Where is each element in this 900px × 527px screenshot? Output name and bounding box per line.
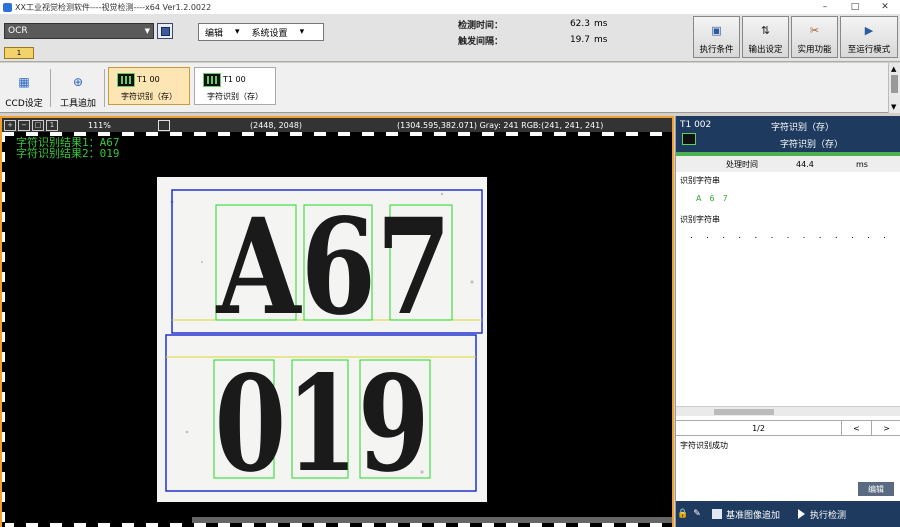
- recognized-dots: .............: [690, 231, 886, 241]
- tool-header: T1 002 字符识别（存） 字符识别（存）: [676, 116, 900, 152]
- panel-hscrollbar[interactable]: [676, 406, 900, 416]
- section-label: 识别字符串: [680, 176, 720, 185]
- section-label: 识别字符串: [680, 215, 720, 224]
- ocr-chip-icon: [117, 73, 135, 87]
- add-icon: ⊕: [72, 75, 84, 89]
- floppy-icon: [160, 26, 170, 36]
- film-border-left: [2, 132, 5, 527]
- ocr-line2-text: 019: [215, 347, 430, 502]
- image-icon: [712, 509, 722, 519]
- play-doc-icon: ▣: [711, 23, 722, 37]
- panel-footer: 🔒 ✎ 基准图像追加 执行检测: [676, 501, 900, 527]
- next-page-button[interactable]: >: [871, 420, 900, 436]
- scroll-thumb[interactable]: [714, 409, 774, 415]
- top-bar: OCR ▼ 1 编辑 ▾ 系统设置 ▾ 检测时间： 62.3 ms 触发间隔： …: [0, 14, 900, 62]
- tool-strip: ▦ CCD设定 ⊕ 工具追加 T1 00 字符识别（存） T1 00 字符识别（…: [0, 63, 900, 113]
- film-border-bottom: [2, 523, 672, 527]
- step-ocr-1[interactable]: T1 00 字符识别（存）: [108, 67, 190, 105]
- toolstrip-scrollbar[interactable]: ▲ ▼: [888, 63, 900, 113]
- scroll-down-icon[interactable]: ▼: [891, 103, 896, 111]
- mode-buttons: ▣ 执行条件 ⇅ 输出设定 ✂ 实用功能 ▶ 至运行模式: [693, 16, 898, 58]
- toolbar-divider: [104, 69, 105, 107]
- camera-select[interactable]: OCR ▼: [4, 23, 154, 39]
- detection-stats: 检测时间： 62.3 ms 触发间隔： 19.7 ms: [458, 16, 608, 48]
- menu-system-settings[interactable]: 系统设置: [246, 26, 294, 39]
- ccd-icon: ▦: [18, 75, 30, 89]
- crosshair-icon[interactable]: [158, 119, 170, 131]
- maximize-icon[interactable]: □: [840, 0, 870, 14]
- detect-time-unit: ms: [594, 19, 608, 29]
- image-size: (2448, 2048): [250, 120, 303, 130]
- scroll-thumb[interactable]: [891, 75, 898, 93]
- tools-icon: ✂: [809, 23, 820, 37]
- detect-time-value: 62.3: [569, 19, 590, 29]
- tool-subtitle: 字符识别（存）: [780, 140, 844, 150]
- ocr-result-overlay: 字符识别结果1：A67 字符识别结果2：019: [16, 137, 120, 159]
- pixel-info: (1304.595,382.071) Gray: 241 RGB:(241, 2…: [397, 120, 604, 130]
- process-time-value: 44.4: [796, 159, 814, 169]
- ccd-settings-button[interactable]: ▦ CCD设定: [4, 67, 44, 109]
- process-time-row: 处理时间 44.4 ms: [676, 156, 900, 172]
- zoom-in-icon[interactable]: +: [4, 119, 16, 131]
- ocr-result-line2: 字符识别结果2：019: [16, 147, 120, 160]
- edit-button[interactable]: 编辑: [858, 482, 894, 496]
- zoom-reset-icon[interactable]: 1: [46, 119, 58, 131]
- inspection-image[interactable]: A67 019: [2, 132, 672, 527]
- add-tool-button[interactable]: ⊕ 工具追加: [56, 67, 100, 109]
- trigger-interval-value: 19.7: [569, 35, 590, 45]
- detect-time-label: 检测时间：: [458, 20, 504, 31]
- zoom-level: 111%: [88, 120, 111, 130]
- tool-id: T1 002: [680, 120, 712, 130]
- minimize-icon[interactable]: –: [810, 0, 840, 14]
- viewer-toolbar: + − □ 1 111% (2448, 2048) (1304.595,382.…: [2, 118, 672, 132]
- run-mode-icon: ▶: [864, 23, 874, 37]
- title-bar: XX工业视觉检测软件----视觉检测----x64 Ver1.2.0022 – …: [0, 0, 900, 14]
- image-viewer: + − □ 1 111% (2448, 2048) (1304.595,382.…: [0, 116, 674, 527]
- program-tab[interactable]: 1: [4, 47, 34, 59]
- utilities-button[interactable]: ✂ 实用功能: [791, 16, 838, 58]
- save-button[interactable]: [157, 23, 173, 39]
- chevron-down-icon: ▾: [235, 27, 240, 37]
- recognized-chars: A 6 7: [696, 194, 728, 203]
- window-controls: – □ ✕: [810, 0, 900, 14]
- trigger-interval-label: 触发间隔：: [458, 36, 504, 47]
- ocr-chip-icon: [203, 73, 221, 87]
- main-menu: 编辑 ▾ 系统设置 ▾: [198, 23, 324, 41]
- prev-page-button[interactable]: <: [841, 420, 871, 436]
- fit-window-icon[interactable]: □: [32, 119, 44, 131]
- menu-edit[interactable]: 编辑: [199, 26, 229, 39]
- execute-condition-button[interactable]: ▣ 执行条件: [693, 16, 740, 58]
- process-time-label: 处理时间: [726, 159, 758, 169]
- step-ocr-2[interactable]: T1 00 字符识别（存）: [194, 67, 276, 105]
- toolbar-divider: [50, 69, 51, 107]
- app-icon: [3, 2, 12, 12]
- scroll-up-icon[interactable]: ▲: [891, 65, 896, 73]
- ocr-line1-text: A67: [215, 190, 452, 345]
- chevron-down-icon: ▾: [299, 27, 305, 37]
- status-message: 字符识别成功: [680, 441, 728, 450]
- tool-detail-panel: T1 002 字符识别（存） 字符识别（存） 处理时间 44.4 ms 识别字符…: [675, 116, 900, 527]
- play-icon: [798, 509, 806, 519]
- trigger-interval-unit: ms: [594, 35, 608, 45]
- process-time-unit: ms: [856, 159, 868, 169]
- link-icon[interactable]: ✎: [690, 509, 704, 519]
- tool-title: 字符识别（存）: [771, 123, 835, 133]
- lock-icon[interactable]: 🔒: [676, 509, 690, 519]
- run-detection-button[interactable]: 执行检测: [798, 508, 846, 521]
- close-icon[interactable]: ✕: [870, 0, 900, 14]
- chevron-down-icon: ▼: [144, 27, 150, 35]
- ocr-chip-icon: [682, 133, 696, 145]
- run-mode-button[interactable]: ▶ 至运行模式: [840, 16, 898, 58]
- zoom-out-icon[interactable]: −: [18, 119, 30, 131]
- output-settings-button[interactable]: ⇅ 输出设定: [742, 16, 789, 58]
- image-hscrollbar[interactable]: [192, 517, 672, 523]
- arrows-icon: ⇅: [760, 23, 771, 37]
- window-title: XX工业视觉检测软件----视觉检测----x64 Ver1.2.0022: [15, 2, 212, 12]
- pager: 1/2 < >: [676, 420, 900, 436]
- page-indicator: 1/2: [752, 423, 765, 433]
- add-reference-image-button[interactable]: 基准图像追加: [712, 508, 780, 521]
